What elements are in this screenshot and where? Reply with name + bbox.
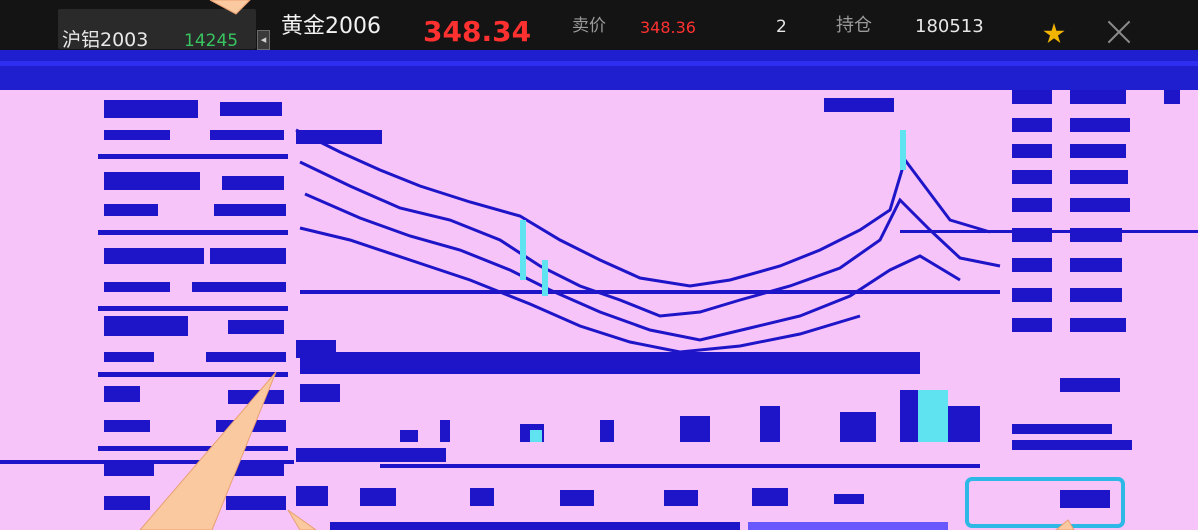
noise-block bbox=[400, 430, 418, 442]
noise-block bbox=[520, 220, 526, 280]
noise-block bbox=[0, 460, 294, 464]
noise-block bbox=[900, 390, 920, 442]
volume-noise bbox=[400, 390, 980, 442]
noise-block bbox=[1070, 198, 1130, 212]
noise-block bbox=[560, 490, 594, 506]
band-rule bbox=[0, 61, 1198, 66]
noise-block bbox=[1012, 424, 1112, 434]
right-table-noise bbox=[1012, 90, 1180, 508]
noise-block bbox=[1070, 318, 1126, 332]
chevron-left-icon: ◂ bbox=[260, 33, 267, 46]
previous-instrument-name[interactable]: 沪铝2003 bbox=[62, 31, 148, 50]
noise-block bbox=[1012, 198, 1052, 212]
noise-block bbox=[1060, 378, 1120, 392]
bottom-strip-block bbox=[330, 522, 740, 530]
open-interest-value: 180513 bbox=[915, 16, 984, 37]
corrupted-content-area bbox=[0, 90, 1198, 530]
noise-block bbox=[840, 412, 876, 442]
noise-block bbox=[542, 260, 548, 296]
highlight-box bbox=[965, 477, 1125, 528]
noise-block bbox=[1012, 228, 1052, 242]
noise-block bbox=[1012, 440, 1132, 450]
noise-block bbox=[380, 464, 980, 468]
noise-block bbox=[680, 416, 710, 442]
noise-block bbox=[1012, 118, 1052, 132]
noise-block bbox=[470, 488, 494, 506]
open-interest-label: 持仓 bbox=[836, 15, 872, 36]
ask-price-label: 卖价 bbox=[572, 16, 606, 36]
noise-block bbox=[834, 494, 864, 504]
noise-block bbox=[440, 420, 450, 442]
noise-block bbox=[1070, 228, 1122, 242]
bottom-strip-block bbox=[748, 522, 948, 530]
noise-block bbox=[530, 430, 542, 442]
noise-block bbox=[296, 486, 328, 506]
noise-block bbox=[1070, 118, 1130, 132]
noise-block bbox=[1164, 90, 1180, 104]
chart-noise-lines bbox=[295, 128, 1001, 354]
quote-header: 沪铝2003 14245 ◂ 黄金2006 348.34 卖价 348.36 2… bbox=[0, 0, 1198, 52]
instrument-name: 黄金2006 bbox=[281, 14, 381, 39]
noise-block bbox=[296, 448, 446, 462]
noise-block bbox=[1070, 258, 1122, 272]
star-icon[interactable] bbox=[1043, 23, 1065, 44]
noise-block bbox=[1012, 318, 1052, 332]
noise-block bbox=[1070, 288, 1122, 302]
noise-block bbox=[1012, 144, 1052, 158]
corrupted-chart bbox=[0, 90, 1198, 508]
noise-block bbox=[1012, 258, 1052, 272]
noise-block bbox=[1070, 90, 1126, 104]
noise-line bbox=[304, 192, 961, 342]
previous-instrument-price: 14245 bbox=[184, 31, 239, 51]
noise-block bbox=[1070, 144, 1126, 158]
noise-block bbox=[360, 488, 396, 506]
noise-block bbox=[824, 98, 894, 112]
noise-block bbox=[300, 352, 920, 374]
noise-block bbox=[600, 420, 614, 442]
close-icon[interactable] bbox=[1104, 17, 1134, 47]
ask-price: 348.36 bbox=[640, 18, 696, 37]
last-price: 348.34 bbox=[423, 15, 532, 48]
noise-block bbox=[1012, 288, 1052, 302]
noise-block bbox=[664, 490, 698, 506]
noise-block bbox=[1012, 90, 1052, 104]
corrupted-stats-band bbox=[0, 50, 1198, 90]
noise-block bbox=[760, 406, 780, 442]
ask-quantity: 2 bbox=[776, 17, 787, 37]
noise-block bbox=[300, 290, 1000, 294]
noise-block bbox=[300, 384, 340, 402]
noise-block bbox=[296, 130, 382, 144]
noise-block bbox=[752, 488, 788, 506]
noise-block bbox=[1070, 170, 1128, 184]
noise-block bbox=[900, 130, 906, 170]
previous-instrument-button[interactable]: ◂ bbox=[257, 30, 270, 50]
noise-block bbox=[1012, 170, 1052, 184]
noise-block bbox=[918, 390, 948, 442]
